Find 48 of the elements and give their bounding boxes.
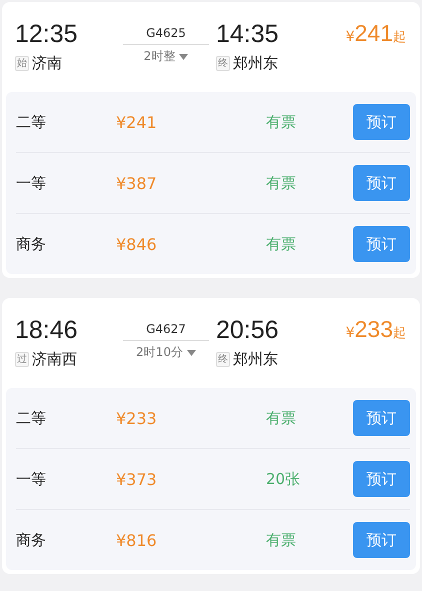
seat-price: ¥233: [116, 408, 158, 428]
lowest-price: 233: [354, 316, 393, 343]
book-button[interactable]: 预订: [353, 400, 410, 436]
departure-station: 济南西: [32, 350, 77, 369]
seat-price: ¥846: [116, 234, 158, 254]
book-button[interactable]: 预订: [353, 226, 410, 262]
station-tag: 始: [15, 56, 29, 71]
caret-icon[interactable]: [186, 350, 196, 356]
book-button[interactable]: 预订: [353, 522, 410, 558]
seat-class: 一等: [16, 174, 47, 192]
availability: 有票: [266, 112, 297, 132]
arrival-station: 郑州东: [233, 350, 278, 369]
availability: 20张: [266, 470, 302, 488]
arrival-time: 20:56: [216, 316, 280, 345]
seat-class: 一等: [16, 470, 47, 488]
arrival-station: 郑州东: [233, 54, 278, 73]
availability: 有票: [266, 174, 297, 192]
currency-symbol: ¥: [346, 29, 355, 45]
station-tag: 终: [216, 352, 230, 367]
seat-class: 商务: [16, 530, 47, 550]
arrival-time: 14:35: [216, 20, 280, 49]
availability: 有票: [266, 234, 297, 254]
departure-station: 济南: [32, 54, 62, 73]
duration: 2时整: [144, 48, 176, 65]
lowest-price: 241: [354, 20, 393, 47]
book-button[interactable]: 预订: [353, 461, 410, 497]
book-button[interactable]: 预订: [353, 165, 410, 201]
duration: 2时10分: [136, 344, 183, 361]
currency-symbol: ¥: [346, 325, 355, 341]
book-button[interactable]: 预订: [353, 104, 410, 140]
station-tag: 过: [15, 352, 29, 367]
station-tag: 终: [216, 56, 230, 71]
seat-price: ¥387: [116, 174, 158, 192]
train-number: G4627: [123, 322, 209, 341]
seat-class: 二等: [16, 408, 47, 428]
departure-time: 12:35: [14, 20, 79, 49]
train-number: G4625: [123, 26, 209, 45]
departure-time: 18:46: [14, 316, 79, 345]
price-suffix: 起: [393, 325, 406, 342]
seat-class: 商务: [16, 234, 47, 254]
availability: 有票: [266, 408, 297, 428]
caret-icon[interactable]: [179, 54, 188, 60]
seat-price: ¥816: [116, 530, 158, 550]
availability: 有票: [266, 530, 297, 550]
price-suffix: 起: [393, 29, 406, 46]
seat-price: ¥241: [116, 112, 158, 132]
seat-price: ¥373: [116, 470, 158, 488]
seat-class: 二等: [16, 112, 47, 132]
